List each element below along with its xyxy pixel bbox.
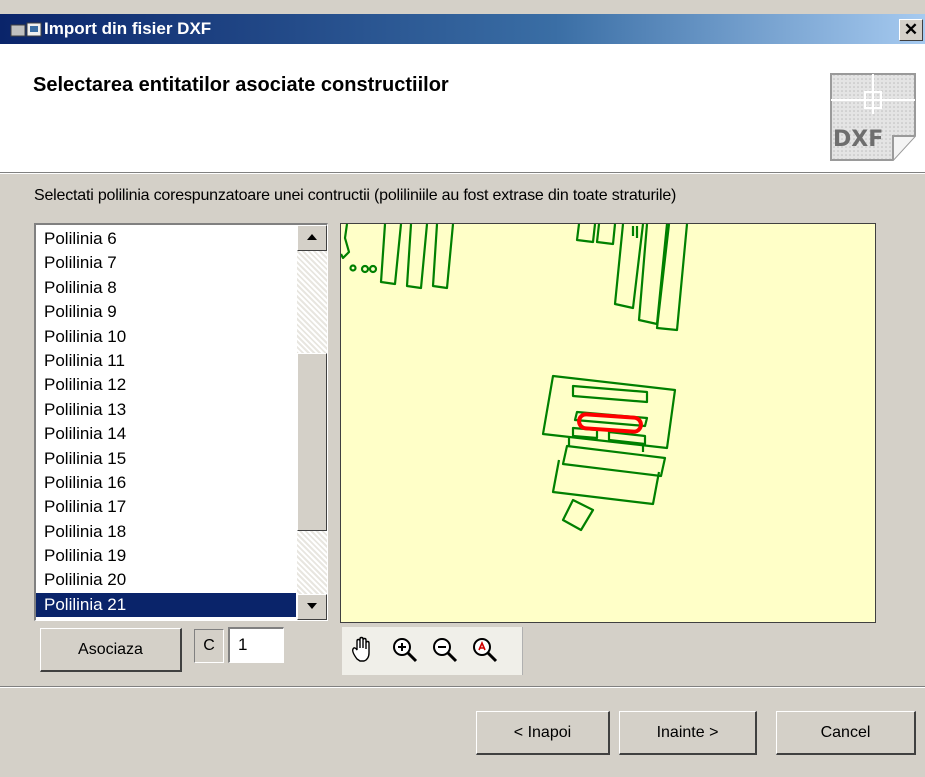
dxf-preview-canvas[interactable] bbox=[340, 223, 876, 623]
polyline-shape bbox=[561, 444, 667, 478]
next-button[interactable]: Inainte > bbox=[619, 711, 757, 755]
list-item[interactable]: Polilinia 14 bbox=[36, 422, 296, 446]
polyline-shape bbox=[368, 264, 378, 274]
scroll-thumb[interactable] bbox=[297, 353, 327, 531]
list-item[interactable]: Polilinia 8 bbox=[36, 276, 296, 300]
c-value-input[interactable]: 1 bbox=[228, 627, 284, 663]
polyline-shape bbox=[631, 226, 639, 238]
list-item[interactable]: Polilinia 10 bbox=[36, 325, 296, 349]
cancel-button-label: Cancel bbox=[820, 723, 871, 741]
list-item[interactable]: Polilinia 16 bbox=[36, 471, 296, 495]
cancel-button[interactable]: Cancel bbox=[776, 711, 916, 755]
next-button-label: Inainte > bbox=[656, 723, 719, 741]
polyline-shape bbox=[431, 224, 455, 290]
dxf-file-icon: DXF bbox=[830, 73, 916, 161]
pan-hand-icon[interactable] bbox=[348, 635, 378, 665]
dxf-logo-text: DXF bbox=[833, 127, 883, 152]
zoom-extents-icon[interactable] bbox=[470, 635, 500, 665]
list-item[interactable]: Polilinia 11 bbox=[36, 349, 296, 373]
list-item[interactable]: Polilinia 9 bbox=[36, 300, 296, 324]
list-item[interactable]: Polilinia 7 bbox=[36, 251, 296, 275]
list-item[interactable]: Polilinia 17 bbox=[36, 495, 296, 519]
polyline-shape bbox=[613, 224, 645, 310]
scroll-up-button[interactable] bbox=[297, 225, 327, 251]
c-field-label: C bbox=[194, 629, 224, 663]
close-button[interactable]: ✕ bbox=[899, 19, 923, 41]
polyline-shape bbox=[551, 459, 661, 506]
polyline-shape bbox=[405, 224, 429, 290]
list-item[interactable]: Polilinia 12 bbox=[36, 373, 296, 397]
arrow-down-icon bbox=[307, 603, 317, 609]
window-title: Import din fisier DXF bbox=[44, 19, 212, 38]
polyline-listbox[interactable]: Polilinia 6 Polilinia 7 Polilinia 8 Polilin… bbox=[34, 223, 328, 621]
wizard-header: Selectarea entitatilor asociate construc… bbox=[0, 44, 925, 173]
list-item[interactable]: Polilinia 21 bbox=[36, 592, 296, 618]
polyline-drawing bbox=[341, 224, 689, 532]
back-button[interactable]: < Inapoi bbox=[476, 711, 610, 755]
list-scrollbar[interactable] bbox=[297, 225, 327, 620]
list-item[interactable]: Polilinia 15 bbox=[36, 447, 296, 471]
polyline-shape bbox=[571, 384, 649, 404]
list-item[interactable]: Polilinia 20 bbox=[36, 568, 296, 592]
polyline-shape bbox=[379, 224, 403, 286]
preview-toolbar bbox=[342, 627, 523, 675]
zoom-in-icon[interactable] bbox=[390, 635, 420, 665]
list-item[interactable]: Polilinia 13 bbox=[36, 398, 296, 422]
instruction-text: Selectati polilinia corespunzatoare unei… bbox=[34, 187, 677, 204]
polyline-shape bbox=[595, 224, 617, 246]
polyline-shape bbox=[341, 224, 351, 260]
app-icon bbox=[10, 22, 42, 37]
list-item[interactable]: Polilinia 18 bbox=[36, 520, 296, 544]
scroll-down-button[interactable] bbox=[297, 594, 327, 620]
title-bar: Import din fisier DXF ✕ bbox=[0, 14, 925, 44]
page-title: Selectarea entitatilor asociate construc… bbox=[33, 74, 449, 96]
list-item[interactable]: Polilinia 6 bbox=[36, 227, 296, 251]
associate-button[interactable]: Asociaza bbox=[40, 628, 182, 672]
back-button-label: < Inapoi bbox=[513, 723, 572, 741]
list-item[interactable]: Polilinia 19 bbox=[36, 544, 296, 568]
list-items: Polilinia 6 Polilinia 7 Polilinia 8 Polilin… bbox=[36, 227, 296, 618]
polyline-shape bbox=[561, 498, 595, 532]
polyline-shape bbox=[360, 264, 370, 274]
polyline-shape bbox=[575, 224, 597, 244]
header-separator bbox=[0, 173, 925, 174]
footer-separator-highlight bbox=[0, 687, 925, 688]
zoom-out-icon[interactable] bbox=[430, 635, 460, 665]
polyline-shape bbox=[349, 264, 357, 272]
arrow-up-icon bbox=[307, 234, 317, 240]
